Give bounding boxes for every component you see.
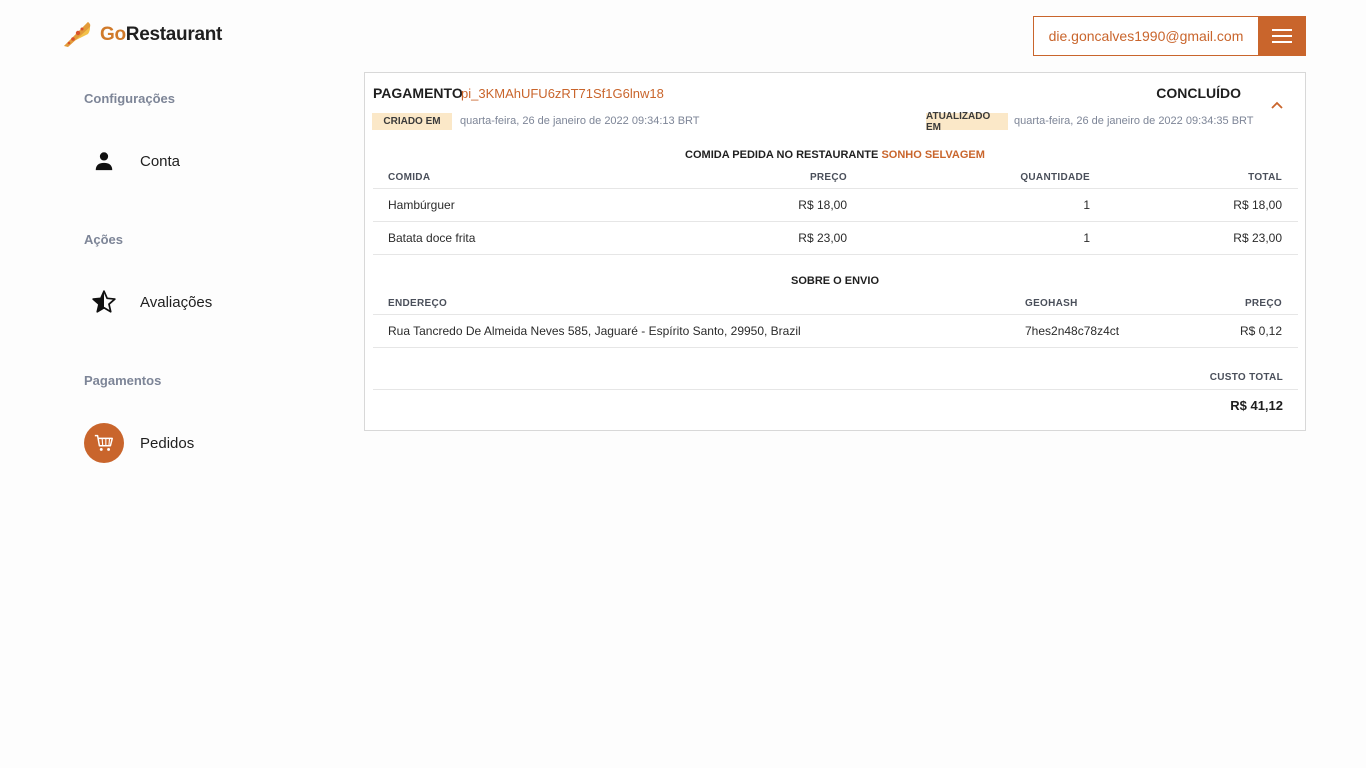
food-price: R$ 23,00: [798, 231, 847, 245]
menu-button[interactable]: [1258, 16, 1306, 56]
created-badge: CRIADO EM: [372, 113, 452, 130]
sidebar-item-label: Avaliações: [140, 293, 213, 311]
user-email-button[interactable]: die.goncalves1990@gmail.com: [1033, 16, 1259, 56]
food-price: R$ 18,00: [798, 198, 847, 212]
app-logo[interactable]: GoRestaurant: [60, 18, 222, 52]
logo-restaurant: Restaurant: [125, 24, 223, 45]
table-row: Rua Tancredo De Almeida Neves 585, Jagua…: [373, 315, 1298, 348]
hamburger-icon-line: [1272, 29, 1292, 31]
chevron-up-icon[interactable]: [1269, 97, 1285, 113]
updated-badge: ATUALIZADO EM: [926, 111, 1008, 133]
order-section-title: COMIDA PEDIDA NO RESTAURANTE SONHO SELVA…: [365, 149, 1305, 161]
table-row: Hambúrguer R$ 18,00 1 R$ 18,00: [373, 189, 1298, 222]
column-header: PREÇO: [1244, 298, 1282, 309]
column-header: TOTAL: [1248, 172, 1282, 183]
payment-card: PAGAMENTO pi_3KMAhUFU6zRT71Sf1G6lnw18 CO…: [364, 72, 1306, 431]
divider: [373, 389, 1298, 390]
sidebar-item-label: Pedidos: [140, 434, 195, 452]
food-name: Hambúrguer: [388, 198, 455, 212]
sidebar-section-configuracoes: Configurações: [84, 91, 176, 106]
food-quantity: 1: [1083, 231, 1090, 245]
shipping-address: Rua Tancredo De Almeida Neves 585, Jagua…: [388, 324, 801, 338]
sidebar-item-label: Conta: [140, 152, 181, 170]
star-half-icon: [84, 282, 124, 322]
sidebar-section-pagamentos: Pagamentos: [84, 373, 162, 388]
shipping-geohash: 7hes2n48c78z4ct: [1025, 324, 1120, 338]
pizza-icon: [64, 22, 91, 47]
food-total: R$ 23,00: [1233, 231, 1282, 245]
table-header-row: COMIDA PREÇO QUANTIDADE TOTAL: [373, 169, 1298, 189]
column-header: GEOHASH: [1025, 298, 1078, 309]
payment-status: CONCLUÍDO: [1156, 85, 1241, 101]
shipping-section-title: SOBRE O ENVIO: [790, 275, 880, 287]
food-quantity: 1: [1083, 198, 1090, 212]
total-cost-value: R$ 41,12: [1230, 398, 1283, 413]
order-title-prefix: COMIDA PEDIDA NO RESTAURANTE: [685, 149, 879, 161]
table-row: Batata doce frita R$ 23,00 1 R$ 23,00: [373, 222, 1298, 255]
hamburger-icon-line: [1272, 41, 1292, 43]
column-header: PREÇO: [809, 172, 847, 183]
sidebar-section-acoes: Ações: [84, 232, 124, 247]
sidebar-item-pedidos[interactable]: Pedidos: [84, 423, 194, 463]
food-total: R$ 18,00: [1233, 198, 1282, 212]
order-table: COMIDA PREÇO QUANTIDADE TOTAL Hambúrguer…: [373, 169, 1298, 255]
shipping-table: ENDEREÇO GEOHASH PREÇO Rua Tancredo De A…: [373, 295, 1298, 348]
total-cost-label: CUSTO TOTAL: [1209, 372, 1283, 383]
created-date: quarta-feira, 26 de janeiro de 2022 09:3…: [460, 115, 700, 127]
updated-date: quarta-feira, 26 de janeiro de 2022 09:3…: [1014, 115, 1254, 127]
column-header: ENDEREÇO: [388, 298, 448, 309]
app-name: GoRestaurant: [100, 24, 222, 46]
column-header: QUANTIDADE: [1020, 172, 1090, 183]
cart-icon: [84, 423, 124, 463]
payment-title: PAGAMENTO: [373, 85, 463, 101]
column-header: COMIDA: [388, 172, 431, 183]
payment-id: pi_3KMAhUFU6zRT71Sf1G6lnw18: [461, 86, 664, 101]
restaurant-name[interactable]: SONHO SELVAGEM: [881, 149, 985, 161]
table-header-row: ENDEREÇO GEOHASH PREÇO: [373, 295, 1298, 315]
sidebar-item-avaliacoes[interactable]: Avaliações: [84, 282, 212, 322]
hamburger-icon-line: [1272, 35, 1292, 37]
sidebar-item-conta[interactable]: Conta: [84, 141, 180, 181]
logo-go: Go: [100, 24, 126, 45]
food-name: Batata doce frita: [388, 231, 476, 245]
shipping-price: R$ 0,12: [1239, 324, 1282, 338]
person-icon: [84, 141, 124, 181]
